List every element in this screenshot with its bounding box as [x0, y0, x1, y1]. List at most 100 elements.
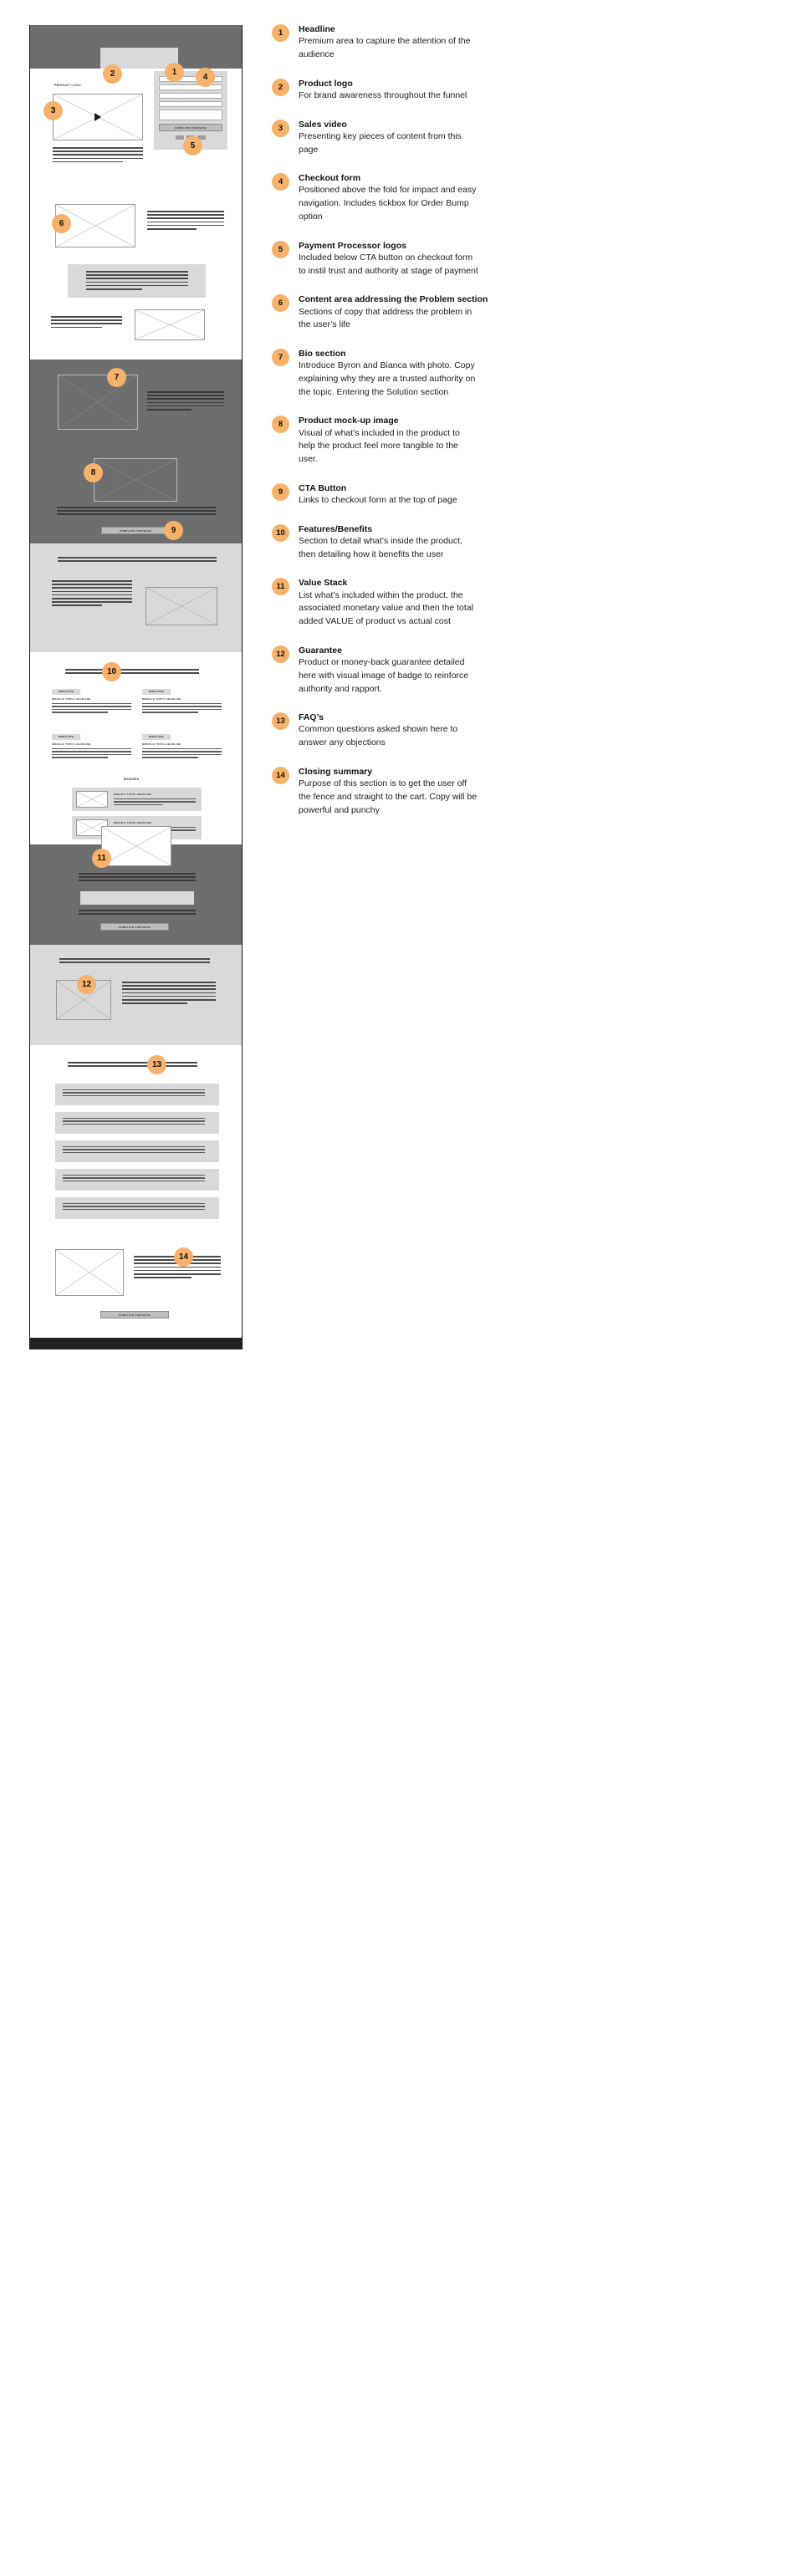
bio-copy	[147, 391, 224, 412]
legend-bullet: 4	[272, 173, 289, 191]
closing-summary-band: 14 COMPLETE PURCHASE	[30, 1237, 242, 1338]
marker-10[interactable]: 10	[102, 662, 121, 681]
legend-item: 4 Checkout form Positioned above the fol…	[272, 172, 774, 223]
feature-copy	[52, 703, 131, 715]
legend-bullet: 8	[272, 416, 289, 434]
legend-panel: 1 Headline Premium area to capture the a…	[251, 0, 807, 2576]
legend-item: 9 CTA Button Links to checkout form at t…	[272, 482, 774, 508]
bio-section-band: 7	[30, 360, 242, 451]
legend-bullet: 12	[272, 645, 289, 663]
marker-8[interactable]: 8	[84, 463, 103, 482]
bonus-headline: MODULE TOPIC HEADLINE	[114, 793, 152, 796]
legend-item: 2 Product logo For brand awareness throu…	[272, 78, 774, 103]
checkout-cta-button[interactable]: COMPLETE PURCHASE	[159, 124, 222, 131]
problem-image-2	[135, 309, 205, 340]
feature-copy	[142, 748, 222, 760]
legend-item: 1 Headline Premium area to capture the a…	[272, 23, 774, 62]
marker-6[interactable]: 6	[52, 214, 71, 233]
bonus-copy	[114, 798, 196, 807]
value-total-block	[80, 891, 194, 905]
features-heading-lines	[65, 669, 199, 676]
legend-title: Content area addressing the Problem sect…	[299, 294, 488, 305]
guarantee-heading-lines	[59, 958, 210, 965]
feature-cell: MODULE TOPIC MODULE TOPIC HEADLINE	[52, 734, 131, 760]
marker-4[interactable]: 4	[196, 68, 215, 87]
faq-item-lines	[63, 1146, 205, 1155]
legend-desc: Product or money-back guarantee detailed…	[299, 657, 469, 694]
legend-desc: Visual of what’s included in the product…	[299, 427, 460, 465]
marker-13[interactable]: 13	[147, 1055, 166, 1074]
legend-item: 13 FAQ’s Common questions asked shown he…	[272, 712, 774, 750]
checkout-field[interactable]	[159, 93, 222, 99]
product-logo-label: PRODUCT LOGO	[54, 84, 81, 87]
marker-2[interactable]: 2	[103, 64, 122, 84]
solution-band	[30, 543, 242, 652]
legend-desc: Purpose of this section is to get the us…	[299, 778, 478, 815]
legend-bullet: 2	[272, 78, 289, 96]
legend-item: 5 Payment Processor logos Included below…	[272, 240, 774, 278]
legend-desc: List what’s included within the product,…	[299, 589, 473, 627]
faq-item-lines	[63, 1089, 205, 1098]
faq-item[interactable]	[55, 1197, 219, 1219]
wireframe-canvas: 1 PRODUCT LOGO 2 3 COMPLETE PURCHASE 4 5…	[29, 25, 243, 1349]
legend-item: 14 Closing summary Purpose of this secti…	[272, 766, 774, 817]
marker-14[interactable]: 14	[174, 1247, 193, 1267]
legend-title: Closing summary	[299, 766, 373, 777]
legend-bullet: 7	[272, 349, 289, 367]
wireframe-annotation-page: 1 PRODUCT LOGO 2 3 COMPLETE PURCHASE 4 5…	[0, 0, 807, 2576]
module-topic-tag: MODULE TOPIC	[142, 734, 171, 740]
marker-7[interactable]: 7	[107, 368, 126, 387]
cta-button-closing[interactable]: COMPLETE PURCHASE	[100, 1311, 169, 1319]
legend-title: CTA Button	[299, 482, 347, 493]
product-mockup-image	[94, 458, 177, 502]
legend-title: FAQ’s	[299, 712, 324, 723]
cta-button-value-stack[interactable]: COMPLETE PURCHASE	[100, 923, 169, 931]
feature-cell: MODULE TOPIC MODULE TOPIC HEADLINE	[142, 689, 222, 715]
checkout-field[interactable]	[159, 101, 222, 107]
faq-heading-lines	[68, 1062, 197, 1069]
feature-cell: MODULE TOPIC MODULE TOPIC HEADLINE	[52, 689, 131, 715]
faq-item-lines	[63, 1175, 205, 1183]
module-headline: MODULE TOPIC HEADLINE	[142, 697, 181, 701]
faq-item[interactable]	[55, 1140, 219, 1162]
bonus-headline: MODULE TOPIC HEADLINE	[114, 821, 152, 824]
marker-9[interactable]: 9	[164, 521, 183, 540]
mockup-copy	[57, 507, 216, 518]
checkout-field[interactable]	[159, 84, 222, 90]
faq-item[interactable]	[55, 1084, 219, 1105]
legend-bullet: 5	[272, 240, 289, 258]
marker-5[interactable]: 5	[183, 136, 202, 156]
marker-3[interactable]: 3	[43, 101, 63, 120]
product-mockup-band: 8 COMPLETE PURCHASE 9	[30, 451, 242, 543]
play-icon[interactable]	[94, 113, 101, 121]
legend-bullet: 14	[272, 766, 289, 784]
solution-image	[146, 587, 217, 625]
problem-copy-1	[147, 211, 224, 232]
value-stack-list	[79, 873, 196, 884]
legend-bullet: 13	[272, 712, 289, 731]
sales-video-player[interactable]	[53, 94, 143, 140]
faq-item[interactable]	[55, 1112, 219, 1134]
hero-content-band: PRODUCT LOGO 2 3 COMPLETE PURCHASE 4 5	[30, 64, 242, 192]
module-headline: MODULE TOPIC HEADLINE	[52, 697, 91, 701]
legend-item: 10 Features/Benefits Section to detail w…	[272, 523, 774, 562]
marker-11[interactable]: 11	[92, 849, 111, 868]
legend-title: Value Stack	[299, 578, 348, 589]
legend-bullet: 10	[272, 523, 289, 542]
legend-item: 12 Guarantee Product or money-back guara…	[272, 645, 774, 696]
module-topic-tag: MODULE TOPIC	[52, 689, 80, 695]
bio-photo	[58, 375, 138, 430]
faq-band: 13	[30, 1045, 242, 1237]
wireframe-column: 1 PRODUCT LOGO 2 3 COMPLETE PURCHASE 4 5…	[0, 0, 251, 2576]
marker-1[interactable]: 1	[165, 63, 184, 82]
legend-desc: Positioned above the fold for impact and…	[299, 185, 477, 222]
problem-copy-2	[51, 316, 122, 330]
faq-item[interactable]	[55, 1169, 219, 1191]
legend-title: Checkout form	[299, 173, 361, 184]
marker-12[interactable]: 12	[77, 975, 96, 994]
order-bump-tickbox-row[interactable]	[159, 110, 222, 120]
module-headline: MODULE TOPIC HEADLINE	[142, 742, 181, 746]
legend-bullet: 3	[272, 119, 289, 137]
legend-title: Product mock-up image	[299, 416, 399, 426]
cta-button-mid[interactable]: COMPLETE PURCHASE	[101, 527, 170, 534]
